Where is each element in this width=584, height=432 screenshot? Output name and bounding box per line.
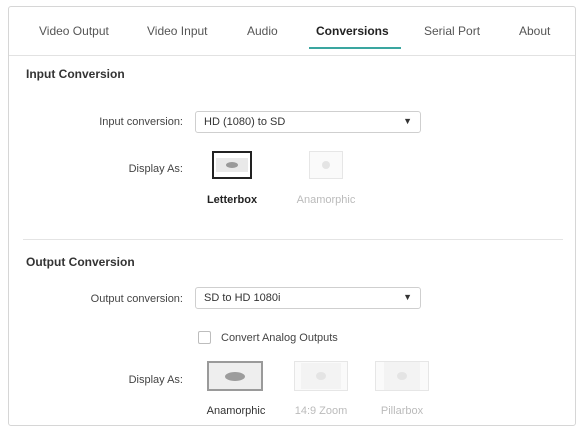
tab-video-input[interactable]: Video Input (147, 24, 208, 38)
zoom-14-9-label[interactable]: 14:9 Zoom (279, 405, 363, 417)
anamorphic-output-option[interactable] (207, 361, 263, 391)
caret-down-icon: ▼ (403, 292, 412, 302)
pillarbox-label[interactable]: Pillarbox (360, 405, 444, 417)
convert-analog-outputs-label[interactable]: Convert Analog Outputs (221, 332, 338, 344)
pillarbox-preview-icon (397, 372, 407, 380)
anamorphic-input-option[interactable] (309, 151, 343, 179)
output-conversion-value: SD to HD 1080i (204, 292, 281, 304)
anamorphic-preview-icon (322, 161, 330, 169)
output-conversion-select[interactable]: SD to HD 1080i ▼ (195, 287, 421, 309)
pillarbox-option[interactable] (375, 361, 429, 391)
caret-down-icon: ▼ (403, 116, 412, 126)
letterbox-option[interactable] (212, 151, 252, 179)
anamorphic-output-preview-icon (225, 372, 245, 381)
output-display-as-label: Display As: (128, 374, 183, 386)
letterbox-label[interactable]: Letterbox (197, 194, 267, 206)
input-conversion-title: Input Conversion (26, 67, 125, 81)
zoom-14-9-option[interactable] (294, 361, 348, 391)
settings-window: Video Output Video Input Audio Conversio… (8, 6, 576, 426)
anamorphic-output-label[interactable]: Anamorphic (193, 405, 279, 417)
letterbox-preview-icon (226, 162, 238, 168)
output-conversion-label: Output conversion: (90, 293, 183, 305)
input-conversion-select[interactable]: HD (1080) to SD ▼ (195, 111, 421, 133)
tab-bar: Video Output Video Input Audio Conversio… (9, 7, 575, 56)
tab-serial-port[interactable]: Serial Port (424, 24, 480, 38)
output-conversion-title: Output Conversion (26, 255, 135, 269)
input-conversion-label: Input conversion: (99, 116, 183, 128)
active-tab-indicator (309, 47, 401, 49)
section-divider (23, 239, 563, 240)
convert-analog-outputs-checkbox[interactable] (198, 331, 211, 344)
anamorphic-input-label[interactable]: Anamorphic (284, 194, 368, 206)
input-conversion-value: HD (1080) to SD (204, 116, 286, 128)
tab-conversions[interactable]: Conversions (316, 24, 389, 38)
input-display-as-label: Display As: (128, 163, 183, 175)
tab-about[interactable]: About (519, 24, 550, 38)
tab-video-output[interactable]: Video Output (39, 24, 109, 38)
zoom-preview-icon (316, 372, 326, 380)
tab-audio[interactable]: Audio (247, 24, 278, 38)
